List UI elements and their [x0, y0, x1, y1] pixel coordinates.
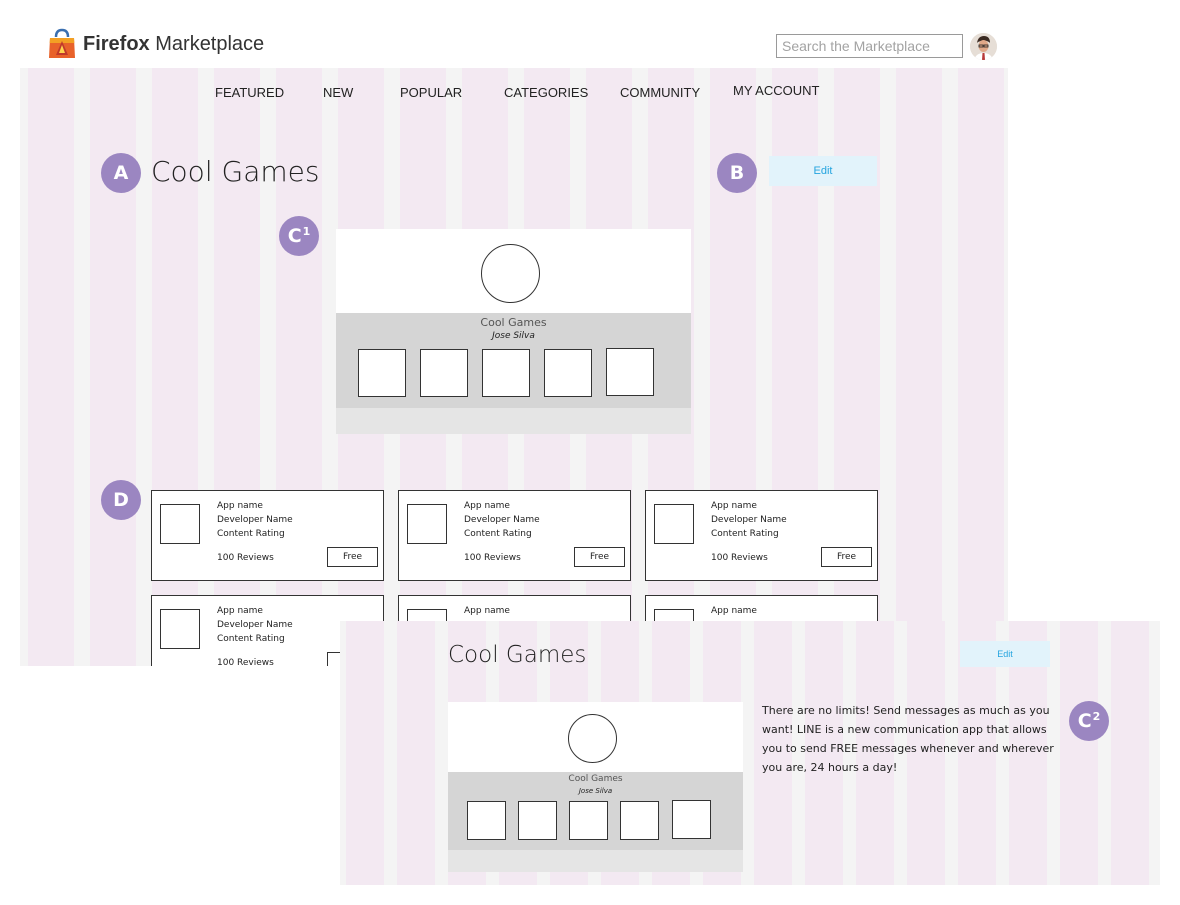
page-title: Cool Games [151, 155, 320, 188]
user-avatar[interactable] [970, 33, 997, 60]
collection-card-author: Jose Silva [492, 331, 535, 341]
edit-button[interactable]: Edit [960, 641, 1050, 667]
app-icon-placeholder [407, 504, 447, 544]
brand-name[interactable]: Firefox Marketplace [83, 33, 264, 56]
nav-featured[interactable]: FEATURED [215, 85, 284, 100]
app-thumbnail[interactable] [482, 349, 530, 397]
app-thumbnail[interactable] [606, 348, 654, 396]
nav-new[interactable]: NEW [323, 85, 353, 100]
price-button[interactable]: Free [821, 547, 872, 567]
app-name: App name [711, 501, 757, 511]
review-count: 100 Reviews [464, 553, 521, 563]
annotation-marker-c1: C1 [279, 216, 319, 256]
content-rating: Content Rating [217, 529, 285, 539]
collection-card-footer [448, 850, 743, 872]
app-thumbnail[interactable] [467, 801, 506, 840]
content-rating: Content Rating [464, 529, 532, 539]
wireframe-collection-variant: Cool Games Edit Cool Games Jose Silva Th… [340, 621, 1160, 885]
collection-card[interactable]: Cool Games Jose Silva [448, 702, 743, 872]
collection-icon-placeholder [568, 714, 617, 763]
price-button[interactable]: Free [574, 547, 625, 567]
app-tile[interactable]: App name Developer Name Content Rating 1… [398, 490, 631, 581]
annotation-marker-a: A [101, 153, 141, 193]
annotation-marker-c2: C2 [1069, 701, 1109, 741]
app-name: App name [217, 606, 263, 616]
app-thumbnail[interactable] [672, 800, 711, 839]
app-name: App name [464, 501, 510, 511]
review-count: 100 Reviews [217, 658, 274, 666]
nav-popular[interactable]: POPULAR [400, 85, 462, 100]
collection-icon-placeholder [481, 244, 540, 303]
annotation-marker-b: B [717, 153, 757, 193]
app-tile[interactable]: App name Developer Name Content Rating 1… [151, 490, 384, 581]
annotation-marker-d: D [101, 480, 141, 520]
collection-description: There are no limits! Send messages as mu… [762, 704, 1054, 774]
app-name: App name [711, 606, 757, 616]
edit-button[interactable]: Edit [769, 156, 877, 186]
firefox-marketplace-logo-icon [49, 28, 75, 58]
app-tile[interactable]: App name Developer Name Content Rating 1… [645, 490, 878, 581]
app-icon-placeholder [160, 504, 200, 544]
app-thumbnail[interactable] [569, 801, 608, 840]
app-thumbnail[interactable] [358, 349, 406, 397]
review-count: 100 Reviews [217, 553, 274, 563]
app-thumbnail[interactable] [544, 349, 592, 397]
app-icon-placeholder [654, 504, 694, 544]
collection-card-title: Cool Games [480, 316, 547, 329]
wireframe-collection-page: FEATURED NEW POPULAR CATEGORIES COMMUNIT… [20, 68, 1008, 666]
developer-name: Developer Name [217, 515, 293, 525]
collection-card-footer [336, 408, 691, 434]
developer-name: Developer Name [464, 515, 540, 525]
nav-community[interactable]: COMMUNITY [620, 85, 700, 100]
nav-my-account[interactable]: MY ACCOUNT [733, 83, 819, 98]
developer-name: Developer Name [217, 620, 293, 630]
developer-name: Developer Name [711, 515, 787, 525]
app-thumbnail[interactable] [620, 801, 659, 840]
app-icon-placeholder [160, 609, 200, 649]
collection-card[interactable]: Cool Games Jose Silva [336, 229, 691, 434]
content-rating: Content Rating [217, 634, 285, 644]
collection-card-title: Cool Games [568, 774, 623, 784]
app-name: App name [464, 606, 510, 616]
app-thumbnail[interactable] [420, 349, 468, 397]
app-name: App name [217, 501, 263, 511]
search-input[interactable] [776, 34, 963, 58]
page-title: Cool Games [448, 642, 587, 668]
collection-card-author: Jose Silva [578, 787, 613, 795]
price-button[interactable]: Free [327, 547, 378, 567]
avatar-icon [970, 33, 997, 60]
content-rating: Content Rating [711, 529, 779, 539]
app-thumbnail[interactable] [518, 801, 557, 840]
review-count: 100 Reviews [711, 553, 768, 563]
nav-categories[interactable]: CATEGORIES [504, 85, 588, 100]
